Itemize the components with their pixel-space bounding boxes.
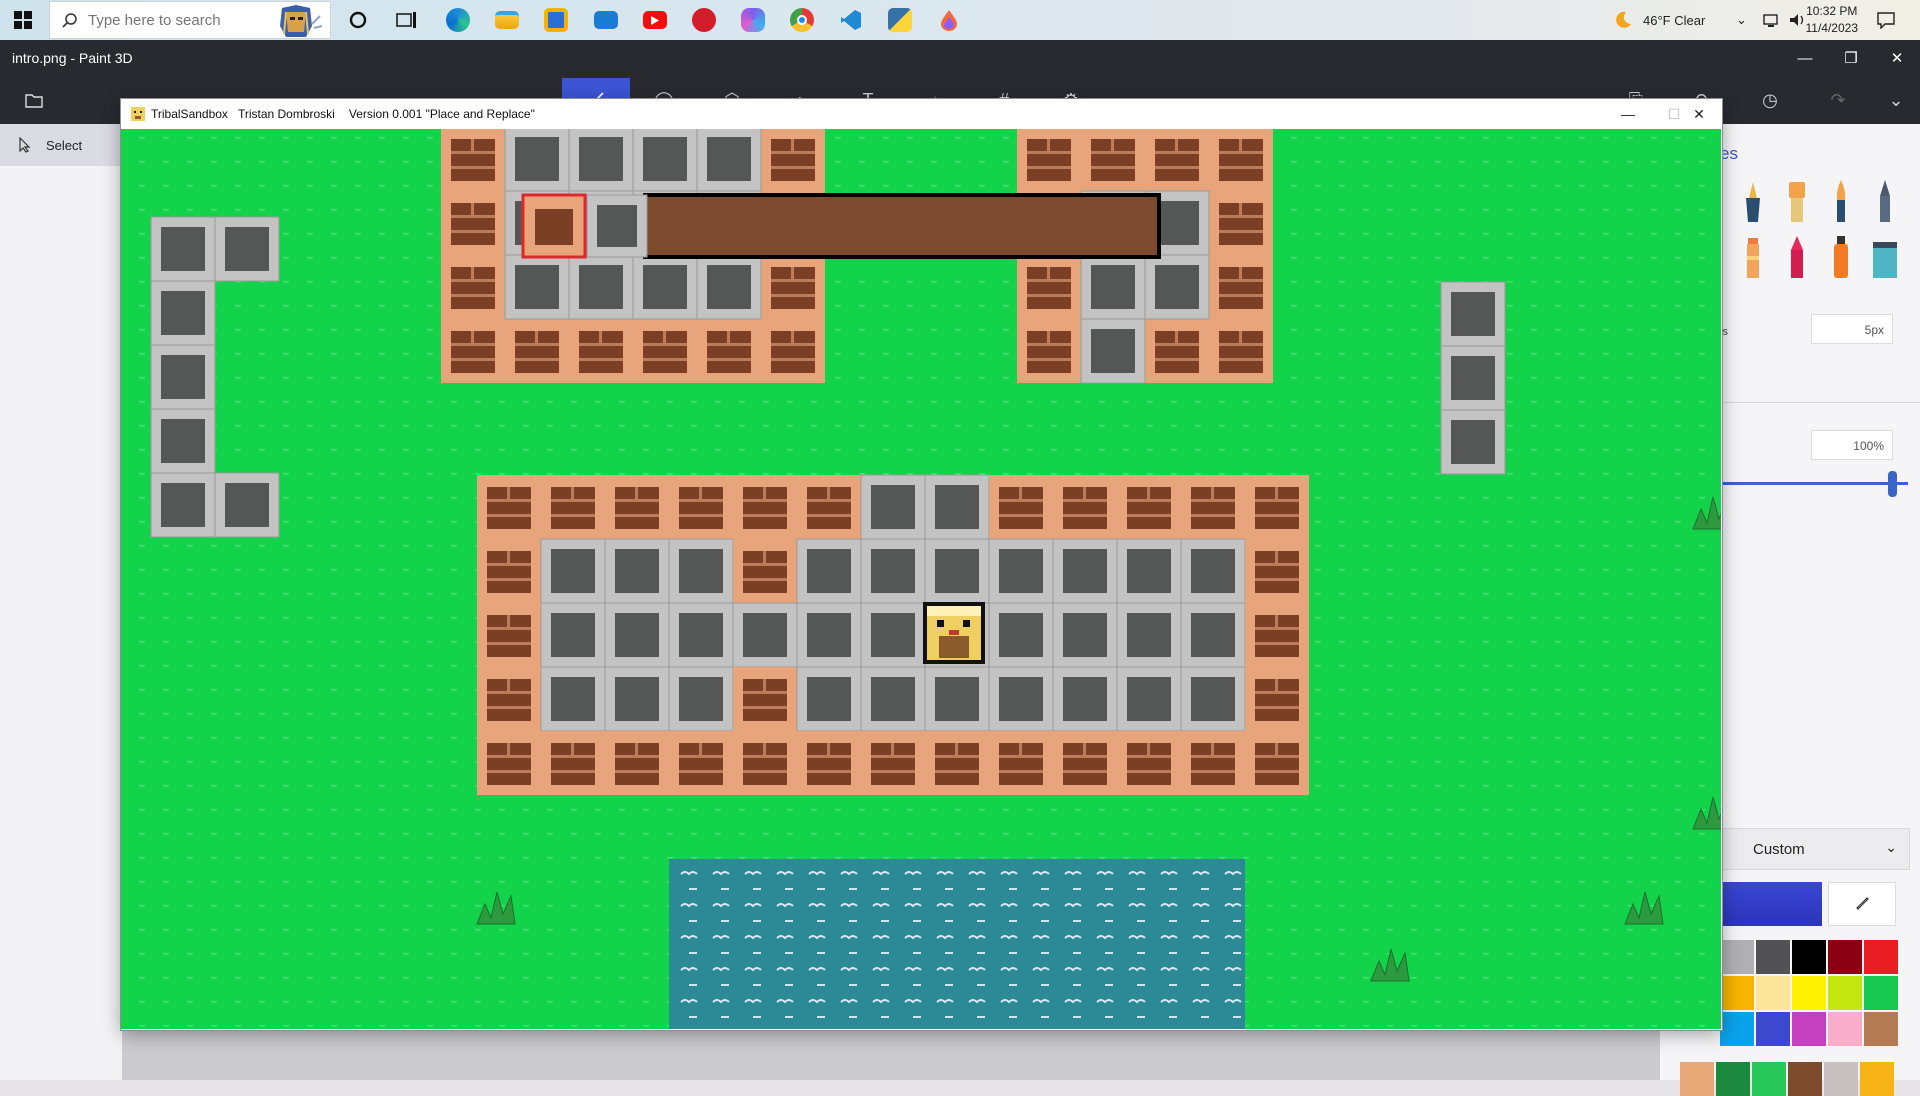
panel-title-fragment: es — [1720, 144, 1738, 163]
marker-brush-icon[interactable] — [1738, 178, 1768, 224]
game-tile-map[interactable] — [121, 129, 1721, 1029]
mail-icon[interactable] — [591, 5, 621, 35]
chevron-up-icon[interactable]: ⌄ — [1736, 12, 1758, 28]
weather-text: 46°F Clear — [1643, 12, 1706, 28]
clock-time: 10:32 PM — [1806, 4, 1858, 18]
palette-swatch[interactable] — [1720, 940, 1754, 974]
palette-swatch[interactable] — [1792, 1012, 1826, 1046]
panel-divider — [1720, 402, 1920, 403]
edge-icon[interactable] — [443, 5, 473, 35]
close-button[interactable]: ✕ — [1874, 40, 1920, 76]
pixel-pen-icon[interactable] — [1782, 234, 1812, 280]
notifications-icon[interactable] — [1871, 5, 1901, 35]
palette-swatch[interactable] — [1828, 940, 1862, 974]
cortana-icon[interactable] — [343, 5, 373, 35]
crayon-icon[interactable] — [1738, 234, 1768, 280]
weather-widget[interactable]: 46°F Clear — [1613, 0, 1705, 40]
taskbar-search-box[interactable] — [49, 1, 331, 39]
vscode-icon[interactable] — [836, 5, 866, 35]
palette-swatch[interactable] — [1756, 940, 1790, 974]
eyedropper-button[interactable] — [1828, 882, 1896, 926]
pencil-icon[interactable] — [1870, 178, 1900, 224]
cursor-icon — [19, 137, 31, 153]
file-explorer-icon[interactable] — [492, 5, 522, 35]
network-icon[interactable] — [1762, 12, 1782, 28]
python-icon[interactable] — [885, 5, 915, 35]
palette-swatch[interactable] — [1756, 976, 1790, 1010]
windows-taskbar: 46°F Clear ⌄ 10:32 PM 11/4/2023 — [0, 0, 1920, 40]
oil-brush-icon[interactable] — [1826, 178, 1856, 224]
opacity-input[interactable]: 100% — [1811, 430, 1893, 460]
fill-bucket-icon[interactable] — [1870, 234, 1900, 280]
paint3d-titlebar: intro.png - Paint 3D — ❐ ✕ — [0, 40, 1920, 76]
palette-swatch[interactable] — [1752, 1062, 1786, 1096]
start-button[interactable] — [0, 0, 46, 40]
color-mode-label: Custom — [1753, 840, 1805, 858]
app-red-icon[interactable] — [689, 5, 719, 35]
palette-swatch[interactable] — [1756, 1012, 1790, 1046]
opacity-slider-knob[interactable] — [1888, 471, 1897, 497]
palette-swatch[interactable] — [1860, 1062, 1894, 1096]
calligraphy-pen-icon[interactable] — [1782, 178, 1812, 224]
tribal-sandbox-window: TribalSandbox Tristan Dombroski Version … — [121, 99, 1722, 1030]
windows-logo-icon — [14, 11, 32, 29]
maximize-button[interactable]: ❐ — [1828, 40, 1874, 76]
palette-swatch[interactable] — [1824, 1062, 1858, 1096]
eyedropper-icon — [1856, 897, 1869, 910]
paint3d-icon[interactable] — [934, 5, 964, 35]
store-icon[interactable] — [541, 5, 571, 35]
expand-chevron-icon[interactable]: ⌄ — [1876, 82, 1916, 118]
palette-swatch[interactable] — [1828, 976, 1862, 1010]
palette-swatch[interactable] — [1828, 1012, 1862, 1046]
chrome-icon[interactable] — [787, 5, 817, 35]
opacity-slider-track[interactable] — [1720, 482, 1908, 485]
history-icon[interactable]: ◷ — [1750, 82, 1790, 118]
palette-swatch[interactable] — [1716, 1062, 1750, 1096]
palette-swatch[interactable] — [1720, 1012, 1754, 1046]
hotbar — [643, 193, 1161, 259]
palette-swatch[interactable] — [1788, 1062, 1822, 1096]
redo-icon[interactable]: ↷ — [1818, 82, 1858, 118]
palette-swatch[interactable] — [1680, 1062, 1714, 1096]
search-input[interactable] — [88, 11, 278, 29]
game-viewport[interactable] — [121, 129, 1721, 1029]
palette-swatch[interactable] — [1720, 976, 1754, 1010]
spray-can-icon[interactable] — [1826, 234, 1856, 280]
search-highlight-pharaoh-icon — [280, 5, 323, 37]
game-author: Tristan Dombroski — [237, 107, 335, 121]
thickness-input[interactable]: 5px — [1811, 314, 1893, 344]
water-pond — [669, 859, 1245, 1029]
game-close-button[interactable]: ✕ — [1676, 99, 1722, 129]
palette-swatch[interactable] — [1864, 1012, 1898, 1046]
paint3d-title: intro.png - Paint 3D — [12, 50, 133, 66]
palette-swatch[interactable] — [1792, 940, 1826, 974]
chevron-down-icon: ⌄ — [1885, 839, 1897, 855]
game-version: Version 0.001 "Place and Replace" — [348, 107, 535, 121]
select-button[interactable]: Select — [0, 124, 122, 166]
palette-swatch[interactable] — [1864, 976, 1898, 1010]
moon-icon — [1616, 11, 1631, 28]
youtube-icon[interactable] — [640, 5, 670, 35]
select-label: Select — [46, 137, 83, 153]
taskbar-clock[interactable]: 10:32 PM 11/4/2023 — [1806, 3, 1859, 37]
minimize-button[interactable]: — — [1782, 40, 1828, 76]
palette-swatch[interactable] — [1792, 976, 1826, 1010]
palette-swatch[interactable] — [1864, 940, 1898, 974]
game-app-icon — [131, 107, 145, 121]
copilot-icon[interactable] — [738, 5, 768, 35]
system-tray[interactable]: ⌄ — [1736, 0, 1808, 40]
game-app-name: TribalSandbox — [151, 107, 228, 121]
game-minimize-button[interactable]: — — [1605, 99, 1651, 129]
clock-date: 11/4/2023 — [1805, 21, 1859, 35]
left-tool-panel: Select — [0, 124, 122, 1080]
game-titlebar: TribalSandbox Tristan Dombroski Version … — [121, 99, 1722, 129]
menu-folder-icon[interactable] — [14, 82, 54, 118]
search-icon — [62, 13, 77, 28]
task-view-icon[interactable] — [392, 5, 422, 35]
